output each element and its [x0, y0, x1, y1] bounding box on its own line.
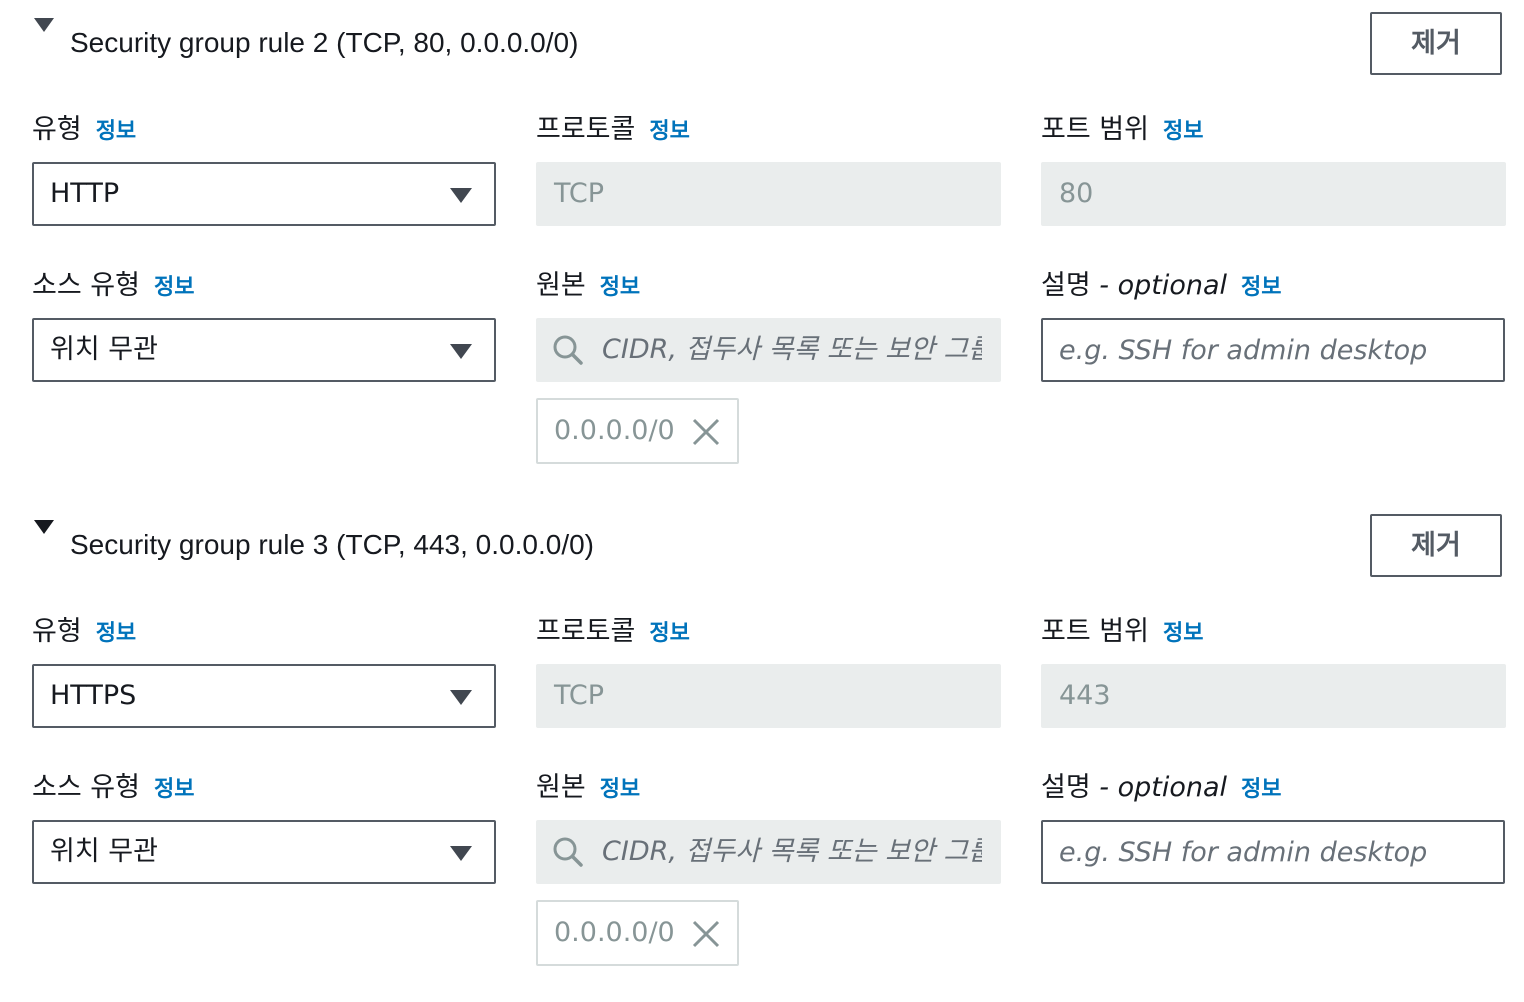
chevron-down-icon — [450, 344, 472, 359]
port-range-info-link[interactable]: 정보 — [1163, 621, 1203, 646]
source-type-select-value: 위치 무관 — [50, 836, 158, 867]
source-token-value: 0.0.0.0/0 — [554, 415, 675, 446]
type-select-value: HTTP — [50, 178, 120, 209]
source-type-select[interactable]: 위치 무관 — [32, 820, 496, 884]
source-token: 0.0.0.0/0 — [536, 900, 739, 966]
source-info-link[interactable]: 정보 — [600, 777, 640, 802]
source-type-label: 소스 유형 정보 — [32, 772, 195, 803]
description-info-link[interactable]: 정보 — [1241, 275, 1281, 300]
protocol-field: TCP — [536, 162, 1001, 226]
source-search-input[interactable]: CIDR, 접두사 목록 또는 보안 그룹 — [536, 820, 1001, 884]
type-label: 유형 정보 — [32, 616, 137, 647]
protocol-label: 프로토콜 정보 — [536, 114, 690, 145]
port-range-label: 포트 범위 정보 — [1041, 616, 1204, 647]
type-info-link[interactable]: 정보 — [96, 119, 136, 144]
description-info-link[interactable]: 정보 — [1241, 777, 1281, 802]
rule-title[interactable]: Security group rule 3 (TCP, 443, 0.0.0.0… — [70, 528, 594, 562]
rule-title[interactable]: Security group rule 2 (TCP, 80, 0.0.0.0/… — [70, 26, 578, 60]
type-select-value: HTTPS — [50, 680, 137, 711]
chevron-down-icon — [450, 846, 472, 861]
source-type-select-value: 위치 무관 — [50, 334, 158, 365]
source-type-select[interactable]: 위치 무관 — [32, 318, 496, 382]
source-search-input[interactable]: CIDR, 접두사 목록 또는 보안 그룹 — [536, 318, 1001, 382]
source-search-placeholder: CIDR, 접두사 목록 또는 보안 그룹 — [602, 334, 982, 365]
type-select[interactable]: HTTP — [32, 162, 496, 226]
source-info-link[interactable]: 정보 — [600, 275, 640, 300]
port-range-label: 포트 범위 정보 — [1041, 114, 1204, 145]
remove-button[interactable]: 제거 — [1370, 12, 1502, 75]
source-token-value: 0.0.0.0/0 — [554, 917, 675, 948]
protocol-value: TCP — [554, 178, 605, 209]
source-type-info-link[interactable]: 정보 — [154, 275, 194, 300]
type-label: 유형 정보 — [32, 114, 137, 145]
port-range-info-link[interactable]: 정보 — [1163, 119, 1203, 144]
protocol-field: TCP — [536, 664, 1001, 728]
security-group-rule-2: Security group rule 2 (TCP, 80, 0.0.0.0/… — [0, 0, 1524, 500]
security-group-rule-3: Security group rule 3 (TCP, 443, 0.0.0.0… — [0, 502, 1524, 1002]
remove-button[interactable]: 제거 — [1370, 514, 1502, 577]
close-icon[interactable] — [690, 416, 722, 448]
rule-header: Security group rule 2 (TCP, 80, 0.0.0.0/… — [0, 0, 1524, 80]
close-icon[interactable] — [690, 918, 722, 950]
description-input[interactable] — [1041, 318, 1505, 382]
type-info-link[interactable]: 정보 — [96, 621, 136, 646]
source-type-info-link[interactable]: 정보 — [154, 777, 194, 802]
description-label: 설명 - optional 정보 — [1041, 772, 1282, 803]
source-label: 원본 정보 — [536, 270, 641, 301]
protocol-info-link[interactable]: 정보 — [649, 621, 689, 646]
search-icon — [553, 335, 583, 365]
source-type-label: 소스 유형 정보 — [32, 270, 195, 301]
description-input[interactable] — [1041, 820, 1505, 884]
port-range-field: 443 — [1041, 664, 1506, 728]
source-token: 0.0.0.0/0 — [536, 398, 739, 464]
port-range-value: 443 — [1059, 680, 1111, 711]
protocol-value: TCP — [554, 680, 605, 711]
search-icon — [553, 837, 583, 867]
source-search-placeholder: CIDR, 접두사 목록 또는 보안 그룹 — [602, 836, 982, 867]
caret-down-icon[interactable] — [34, 18, 54, 32]
port-range-field: 80 — [1041, 162, 1506, 226]
protocol-info-link[interactable]: 정보 — [649, 119, 689, 144]
source-label: 원본 정보 — [536, 772, 641, 803]
chevron-down-icon — [450, 188, 472, 203]
caret-down-icon[interactable] — [34, 520, 54, 534]
rule-header: Security group rule 3 (TCP, 443, 0.0.0.0… — [0, 502, 1524, 582]
port-range-value: 80 — [1059, 178, 1094, 209]
description-label: 설명 - optional 정보 — [1041, 270, 1282, 301]
protocol-label: 프로토콜 정보 — [536, 616, 690, 647]
chevron-down-icon — [450, 690, 472, 705]
type-select[interactable]: HTTPS — [32, 664, 496, 728]
